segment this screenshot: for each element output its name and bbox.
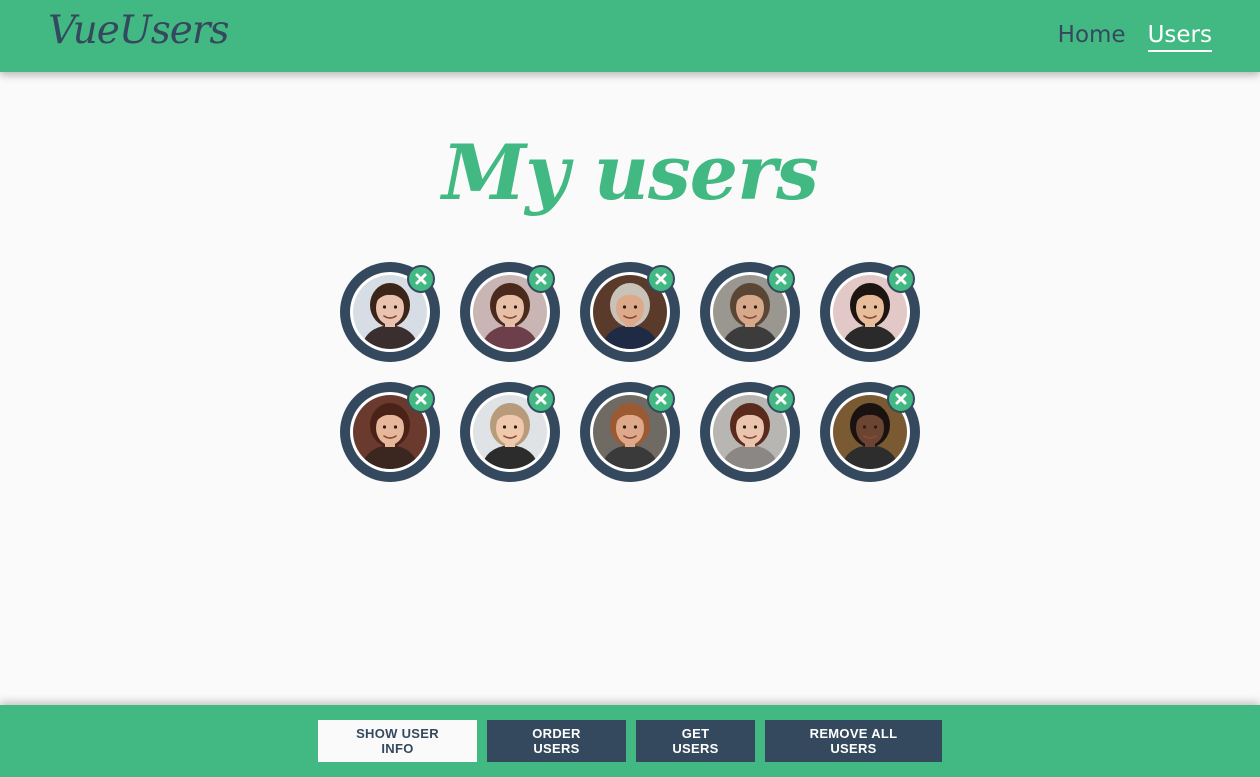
close-icon: [535, 393, 547, 405]
logo[interactable]: VueUsers: [48, 8, 229, 53]
show-user-info-button[interactable]: SHOW USER INFO: [318, 720, 477, 762]
user-card[interactable]: [820, 262, 920, 362]
user-card[interactable]: [700, 262, 800, 362]
page-title: My users: [442, 128, 819, 217]
remove-user-button[interactable]: [647, 385, 675, 413]
main-nav: Home Users: [1058, 22, 1212, 52]
remove-user-button[interactable]: [887, 265, 915, 293]
close-icon: [775, 273, 787, 285]
close-icon: [895, 273, 907, 285]
nav-home-link[interactable]: Home: [1058, 22, 1126, 52]
footer-toolbar: SHOW USER INFO ORDER USERS GET USERS REM…: [0, 705, 1260, 777]
user-card[interactable]: [340, 262, 440, 362]
user-card[interactable]: [460, 262, 560, 362]
close-icon: [775, 393, 787, 405]
user-card[interactable]: [820, 382, 920, 482]
close-icon: [415, 273, 427, 285]
remove-user-button[interactable]: [527, 385, 555, 413]
close-icon: [415, 393, 427, 405]
close-icon: [655, 273, 667, 285]
user-card[interactable]: [460, 382, 560, 482]
user-grid: [340, 262, 920, 482]
get-users-button[interactable]: GET USERS: [636, 720, 755, 762]
user-card[interactable]: [340, 382, 440, 482]
user-card[interactable]: [700, 382, 800, 482]
close-icon: [655, 393, 667, 405]
close-icon: [535, 273, 547, 285]
remove-user-button[interactable]: [887, 385, 915, 413]
user-card[interactable]: [580, 382, 680, 482]
remove-all-users-button[interactable]: REMOVE ALL USERS: [765, 720, 942, 762]
user-card[interactable]: [580, 262, 680, 362]
close-icon: [895, 393, 907, 405]
remove-user-button[interactable]: [407, 385, 435, 413]
footer-button-group: SHOW USER INFO ORDER USERS GET USERS REM…: [318, 720, 942, 762]
top-navbar: VueUsers Home Users: [0, 0, 1260, 72]
nav-users-link[interactable]: Users: [1147, 22, 1212, 52]
order-users-button[interactable]: ORDER USERS: [487, 720, 626, 762]
remove-user-button[interactable]: [767, 265, 795, 293]
remove-user-button[interactable]: [527, 265, 555, 293]
remove-user-button[interactable]: [407, 265, 435, 293]
remove-user-button[interactable]: [767, 385, 795, 413]
remove-user-button[interactable]: [647, 265, 675, 293]
